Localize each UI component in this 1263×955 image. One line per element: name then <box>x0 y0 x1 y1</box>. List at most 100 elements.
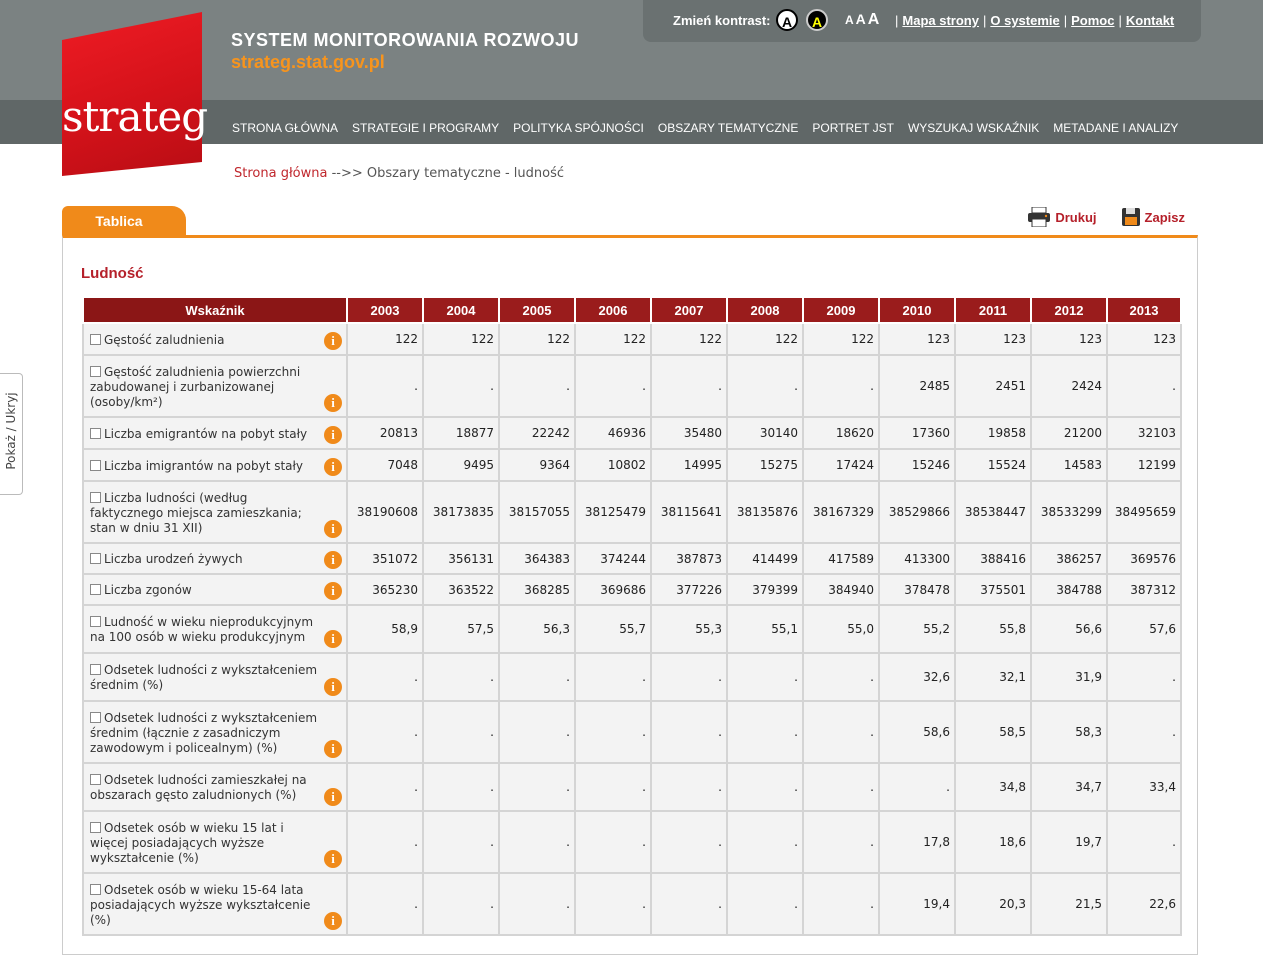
value-cell: 122 <box>802 323 880 356</box>
info-icon[interactable]: i <box>324 630 342 648</box>
value-cell: 122 <box>726 323 804 356</box>
header-year: 2006 <box>574 298 652 324</box>
contact-link[interactable]: Kontakt <box>1126 13 1174 28</box>
indicator-checkbox[interactable] <box>90 491 101 503</box>
nav-item-search-indicator[interactable]: WYSZUKAJ WSKAŹNIK <box>908 121 1039 135</box>
value-cell: 7048 <box>346 449 424 482</box>
indicator-checkbox[interactable] <box>90 553 101 564</box>
indicator-name: Odsetek ludności z wykształceniem średni… <box>90 710 318 755</box>
indicator-checkbox[interactable] <box>90 427 101 439</box>
nav-item-cohesion-policy[interactable]: POLITYKA SPÓJNOŚCI <box>513 121 644 135</box>
value-cell: 46936 <box>574 417 652 450</box>
value-cell: . <box>346 701 424 764</box>
value-cell: 32,6 <box>878 653 956 702</box>
tab-table[interactable]: Tablica <box>62 206 186 236</box>
value-cell: 55,3 <box>650 605 728 654</box>
show-hide-label: Pokaż / Ukryj <box>4 392 18 470</box>
about-link[interactable]: O systemie <box>990 13 1059 28</box>
value-cell: 30140 <box>726 417 804 450</box>
info-icon[interactable]: i <box>324 520 342 538</box>
font-size-medium-button[interactable]: A <box>856 11 866 27</box>
value-cell: 374244 <box>574 543 652 575</box>
nav-item-jst-portrait[interactable]: PORTRET JST <box>812 121 894 135</box>
value-cell: 384788 <box>1030 574 1108 606</box>
info-icon[interactable]: i <box>324 912 342 930</box>
value-cell: 378478 <box>878 574 956 606</box>
indicator-cell: Odsetek osób w wieku 15 lat i więcej pos… <box>82 811 348 874</box>
indicator-cell: Liczba emigrantów na pobyt stały i <box>82 417 348 450</box>
breadcrumb-home-link[interactable]: Strona główna <box>234 166 327 181</box>
value-cell: 365230 <box>346 574 424 606</box>
info-icon[interactable]: i <box>324 678 342 696</box>
header-year: 2012 <box>1030 298 1108 324</box>
table-row: Liczba imigrantów na pobyt stały i 7048 949… <box>82 449 1182 482</box>
value-cell: . <box>422 653 500 702</box>
nav-item-home[interactable]: STRONA GŁÓWNA <box>232 121 338 135</box>
nav-item-strategies[interactable]: STRATEGIE I PROGRAMY <box>352 121 499 135</box>
info-icon[interactable]: i <box>324 332 342 350</box>
info-icon[interactable]: i <box>324 850 342 868</box>
nav-item-thematic-areas[interactable]: OBSZARY TEMATYCZNE <box>658 121 798 135</box>
value-cell: 351072 <box>346 543 424 575</box>
print-button[interactable]: Drukuj <box>1027 207 1097 227</box>
indicator-checkbox[interactable] <box>90 365 101 377</box>
indicator-checkbox[interactable] <box>90 664 101 675</box>
value-cell: 19858 <box>954 417 1032 450</box>
value-cell: 20813 <box>346 417 424 450</box>
nav-item-metadata[interactable]: METADANE I ANALIZY <box>1053 121 1178 135</box>
font-size-small-button[interactable]: A <box>845 13 854 27</box>
save-button[interactable]: Zapisz <box>1121 207 1185 227</box>
contrast-high-button[interactable]: A <box>806 9 828 31</box>
value-cell: 15275 <box>726 449 804 482</box>
contrast-normal-button[interactable]: A <box>776 9 798 31</box>
site-url[interactable]: strateg.stat.gov.pl <box>231 52 385 73</box>
header-indicator: Wskaźnik <box>82 298 348 324</box>
value-cell: . <box>574 355 652 418</box>
help-link[interactable]: Pomoc <box>1071 13 1114 28</box>
font-size-large-button[interactable]: A <box>868 11 880 28</box>
indicator-name: Liczba imigrantów na pobyt stały <box>104 458 304 473</box>
indicator-cell: Odsetek ludności z wykształceniem średni… <box>82 701 348 764</box>
indicator-checkbox[interactable] <box>90 333 101 345</box>
table-row: Odsetek ludności z wykształceniem średni… <box>82 701 1182 764</box>
value-cell: . <box>498 355 576 418</box>
indicator-cell: Ludność w wieku nieprodukcyjnym na 100 o… <box>82 605 348 654</box>
indicator-checkbox[interactable] <box>90 459 101 471</box>
info-icon[interactable]: i <box>324 551 342 569</box>
info-icon[interactable]: i <box>324 740 342 758</box>
info-icon[interactable]: i <box>324 394 342 412</box>
info-icon[interactable]: i <box>324 426 342 444</box>
indicator-cell: Liczba zgonów i <box>82 574 348 606</box>
save-label: Zapisz <box>1144 209 1185 225</box>
indicator-checkbox[interactable] <box>90 584 101 595</box>
value-cell: . <box>422 763 500 812</box>
indicator-checkbox[interactable] <box>90 883 101 895</box>
info-icon[interactable]: i <box>324 458 342 476</box>
header-year: 2010 <box>878 298 956 324</box>
info-icon[interactable]: i <box>324 582 342 600</box>
indicator-checkbox[interactable] <box>90 774 101 785</box>
value-cell: . <box>802 763 880 812</box>
value-cell: . <box>726 653 804 702</box>
contrast-label: Zmień kontrast: <box>673 13 771 28</box>
info-icon[interactable]: i <box>324 788 342 806</box>
value-cell: 55,8 <box>954 605 1032 654</box>
value-cell: 123 <box>954 323 1032 356</box>
value-cell: 55,7 <box>574 605 652 654</box>
value-cell: . <box>346 653 424 702</box>
value-cell: 123 <box>1106 323 1182 356</box>
header-year: 2013 <box>1106 298 1182 324</box>
indicator-checkbox[interactable] <box>90 711 101 723</box>
indicator-checkbox[interactable] <box>90 821 101 833</box>
value-cell: 9364 <box>498 449 576 482</box>
breadcrumb-current: Obszary tematyczne - ludność <box>366 166 565 181</box>
value-cell: . <box>422 811 500 874</box>
value-cell: . <box>650 701 728 764</box>
sitemap-link[interactable]: Mapa strony <box>902 13 979 28</box>
value-cell: 363522 <box>422 574 500 606</box>
indicator-checkbox[interactable] <box>90 616 101 627</box>
header-year: 2011 <box>954 298 1032 324</box>
logo[interactable]: strateg <box>62 12 208 176</box>
value-cell: 17360 <box>878 417 956 450</box>
show-hide-toggle[interactable]: Pokaż / Ukryj <box>0 373 23 495</box>
